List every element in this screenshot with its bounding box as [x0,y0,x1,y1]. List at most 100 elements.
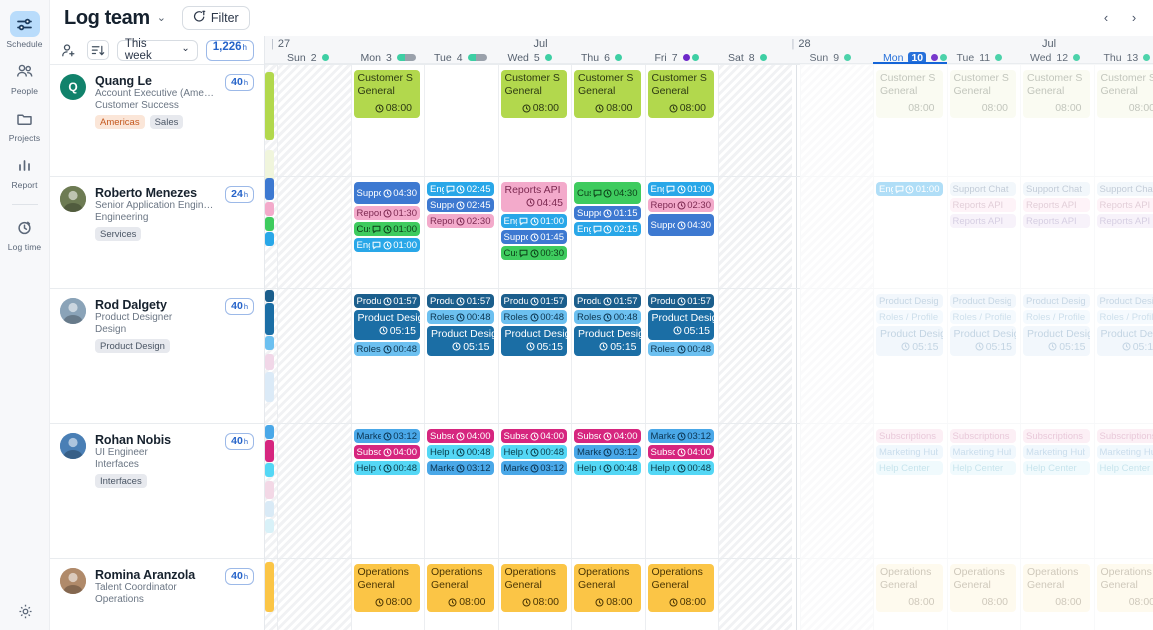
person-hours-badge[interactable]: 40 h [225,74,254,91]
event-chip[interactable]: Support Chat04:30 [353,182,420,204]
clipped-event-sliver[interactable] [265,232,274,246]
clipped-event-sliver[interactable] [265,303,274,335]
event-chip[interactable]: Roles / Profiles [1096,310,1153,324]
event-card[interactable]: Operations General 08:00 [1023,564,1090,612]
event-chip[interactable]: Reports API01:30 [353,206,420,220]
event-card[interactable]: Customer S General 08:00 [876,70,943,118]
event-chip[interactable]: Support Chat01:15 [574,206,641,220]
event-chip[interactable]: Help Center [949,461,1016,475]
event-card[interactable]: Product Design Review05:15 [353,310,420,340]
event-chip[interactable]: Marketing Hub03:12 [500,461,567,475]
event-card[interactable]: Operations General 08:00 [427,564,494,612]
event-card[interactable]: Operations General 08:00 [353,564,420,612]
rail-settings[interactable] [0,598,50,624]
event-chip[interactable]: Help Center00:48 [500,445,567,459]
day-header[interactable]: Tue 4 [434,51,487,64]
day-header[interactable]: Thu 13 [1104,51,1151,64]
event-card[interactable]: Operations General 08:00 [574,564,641,612]
event-chip[interactable]: Subscriptions04:00 [574,429,641,443]
clipped-event-sliver[interactable] [265,440,274,462]
event-chip[interactable]: Customer Calls01:00 [353,222,420,236]
event-chip[interactable]: Roles / Profiles [876,310,943,324]
clipped-event-sliver[interactable] [265,336,274,350]
clipped-event-sliver[interactable] [265,481,274,499]
day-header[interactable]: Thu 6 [581,51,622,64]
clipped-event-sliver[interactable] [265,217,274,231]
event-chip[interactable]: Product Design Sync [1023,294,1090,308]
clipped-event-sliver[interactable] [265,354,274,370]
person-row[interactable]: Romina Aranzola Talent Coordinator Operati… [50,558,264,630]
event-chip[interactable]: Marketing Hub03:12 [427,461,494,475]
event-card[interactable]: Operations General 08:00 [949,564,1016,612]
event-chip[interactable]: Engineering Sync02:15 [574,222,641,236]
event-card[interactable]: Customer S General 08:00 [1096,70,1153,118]
event-chip[interactable]: Help Center00:48 [353,461,420,475]
event-chip[interactable]: Help Center00:48 [647,461,714,475]
person-row[interactable]: Rod Dalgety Product Designer Design Product… [50,288,264,423]
event-chip[interactable]: Reports API [1096,198,1153,212]
filter-button[interactable]: Filter [181,6,250,30]
event-chip[interactable]: Customer Calls00:30 [500,246,567,260]
event-card[interactable]: Product Design Review05:15 [1023,326,1090,356]
event-card[interactable]: Product Design Review05:15 [1096,326,1153,356]
event-card[interactable]: Operations General 08:00 [647,564,714,612]
date-range-select[interactable]: This week ⌄ [116,38,198,62]
person-tag[interactable]: Americas [95,115,145,129]
event-chip[interactable]: Support Chat01:45 [500,230,567,244]
event-card[interactable]: Customer S General 08:00 [353,70,420,118]
rail-item-log-time[interactable]: Log time [0,209,50,256]
event-chip[interactable]: Engineering Sync01:00 [353,238,420,252]
event-card[interactable]: Customer S General 08:00 [949,70,1016,118]
event-chip[interactable]: Marketing Hub03:12 [574,445,641,459]
clipped-event-sliver[interactable] [265,72,274,140]
event-chip[interactable]: Help Center00:48 [427,445,494,459]
rail-item-people[interactable]: People [0,53,50,100]
event-chip[interactable]: Support Chat04:30 [647,214,714,236]
event-chip[interactable]: Roles / Profiles00:48 [500,310,567,324]
event-chip[interactable]: Roles / Profiles00:48 [353,342,420,356]
event-chip[interactable]: Reports API [949,198,1016,212]
person-tag[interactable]: Sales [149,115,184,129]
person-hours-badge[interactable]: 40 h [225,568,254,585]
event-chip[interactable]: Help Center00:48 [574,461,641,475]
clipped-event-sliver[interactable] [265,202,274,216]
clipped-event-sliver[interactable] [265,562,274,612]
person-hours-badge[interactable]: 24 h [225,186,254,203]
event-chip[interactable]: Support Chat [1023,182,1090,196]
event-chip[interactable]: Reports API [1096,214,1153,228]
event-chip[interactable]: Subscriptions04:00 [647,445,714,459]
event-card[interactable]: Reports API 04:45 [500,182,567,212]
event-card[interactable]: Product Design Review05:15 [876,326,943,356]
event-chip[interactable]: Support Chat02:45 [427,198,494,212]
clipped-event-sliver[interactable] [265,501,274,517]
day-header[interactable]: Fri 7 [655,51,699,64]
event-chip[interactable]: Marketing Hub [1096,445,1153,459]
event-chip[interactable]: Marketing Hub [1023,445,1090,459]
event-chip[interactable]: Engineering Sync01:00 [647,182,714,196]
day-header[interactable]: Sat 8 [728,51,767,64]
event-chip[interactable]: Engineering Sync02:45 [427,182,494,196]
event-chip[interactable]: Subscriptions04:00 [353,445,420,459]
person-row[interactable]: Roberto Menezes Senior Application Engine… [50,176,264,288]
event-card[interactable]: Customer S General 08:00 [1023,70,1090,118]
clipped-event-sliver[interactable] [265,372,274,402]
person-hours-badge[interactable]: 40 h [225,433,254,450]
event-chip[interactable]: Engineering Sync01:00 [876,182,943,196]
event-chip[interactable]: Marketing Hub [949,445,1016,459]
clipped-event-sliver[interactable] [265,463,274,477]
person-hours-badge[interactable]: 40 h [225,298,254,315]
event-chip[interactable]: Reports API02:30 [647,198,714,212]
event-card[interactable]: Product Design Review05:15 [427,326,494,356]
event-card[interactable]: Operations General 08:00 [1096,564,1153,612]
event-chip[interactable]: Engineering Sync01:00 [500,214,567,228]
event-chip[interactable]: Support Chat [949,182,1016,196]
event-chip[interactable]: Subscriptions [949,429,1016,443]
event-chip[interactable]: Subscriptions [876,429,943,443]
event-chip[interactable]: Marketing Hub [876,445,943,459]
event-chip[interactable]: Product Design Sync01:57 [647,294,714,308]
event-chip[interactable]: Roles / Profiles00:48 [427,310,494,324]
event-chip[interactable]: Marketing Hub03:12 [353,429,420,443]
rail-item-projects[interactable]: Projects [0,100,50,147]
sort-icon[interactable] [86,40,109,60]
event-chip[interactable]: Subscriptions [1023,429,1090,443]
